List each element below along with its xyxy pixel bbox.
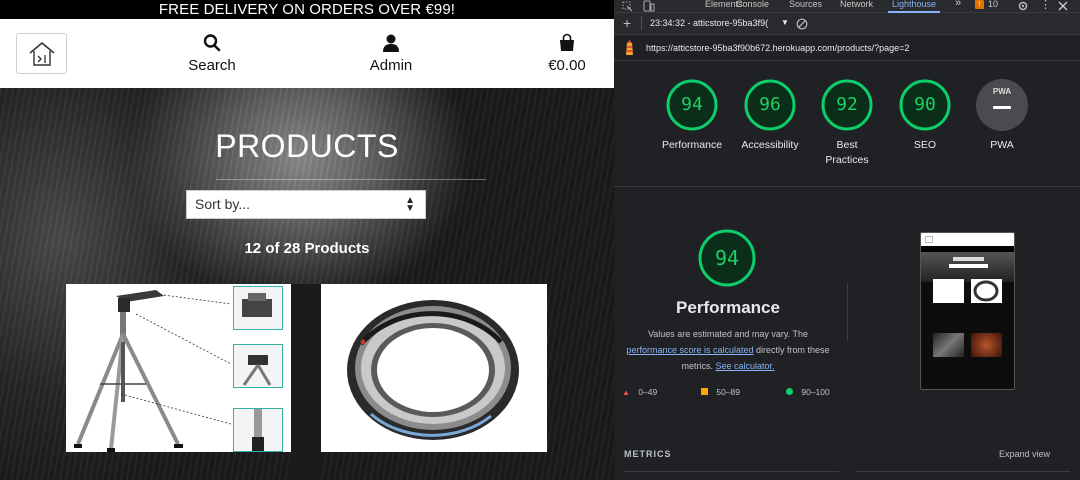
gauge-best-practices[interactable]: 92 Best Practices (820, 78, 874, 168)
toolbar-divider (641, 16, 642, 30)
score-label-pwa: PWA (990, 139, 1014, 151)
tab-console[interactable]: Console (736, 0, 769, 9)
nav-admin-link[interactable]: Admin (362, 33, 420, 74)
preview-title (953, 257, 984, 261)
device-toolbar-icon[interactable] (643, 0, 655, 12)
preview-logo (925, 236, 933, 243)
section-divider (614, 186, 1080, 187)
performance-detail-gauge: 94 (697, 228, 757, 288)
product-grid-gap (291, 284, 321, 480)
good-circle-icon (786, 388, 793, 395)
metrics-divider-left (624, 471, 839, 472)
gauge-seo[interactable]: 90 SEO (898, 78, 952, 153)
vertical-divider (847, 283, 848, 341)
preview-header (921, 233, 1014, 246)
lighthouse-logo-icon (626, 40, 633, 55)
product-card-lens-adapter[interactable] (321, 284, 547, 452)
lighthouse-report-bar: + 23:34:32 - atticstore-95ba3f9( ▼ (614, 13, 1080, 35)
nav-search-link[interactable]: Search (183, 33, 241, 74)
preview-card (933, 333, 964, 357)
poor-triangle-icon: ▲ (622, 388, 630, 397)
gauge-pwa[interactable]: PWA PWA (975, 78, 1029, 153)
clear-report-icon[interactable] (796, 18, 808, 30)
metrics-divider-right (855, 471, 1070, 472)
more-tabs-chevron-icon[interactable]: » (955, 0, 961, 9)
performance-detail-title: Performance (676, 298, 780, 317)
close-devtools-icon[interactable] (1058, 1, 1068, 11)
legend-average: 50–89 (701, 387, 740, 397)
delivery-banner: FREE DELIVERY ON ORDERS OVER €99! (0, 0, 614, 19)
metrics-heading: METRICS (624, 449, 672, 459)
nav-cart-total: €0.00 (548, 57, 586, 74)
shopping-bag-icon (560, 33, 574, 51)
search-icon (203, 34, 221, 52)
tab-sources[interactable]: Sources (789, 0, 822, 9)
tripod-detail-thumb (233, 286, 283, 330)
score-value-seo: 90 (914, 94, 936, 115)
settings-gear-icon[interactable] (1017, 0, 1029, 12)
audited-url[interactable]: https://atticstore-95ba3f90b672.herokuap… (646, 43, 909, 53)
sort-select[interactable]: Sort by... ▲ ▼ (186, 190, 426, 219)
store-logo[interactable] (16, 33, 67, 74)
user-icon (383, 34, 399, 52)
preview-card (933, 279, 964, 303)
report-dropdown-caret-icon[interactable]: ▼ (781, 18, 789, 27)
devtools-tab-bar: Elements Console Sources Network Lightho… (614, 0, 1080, 13)
tripod-detail-thumb (233, 408, 283, 452)
score-value-accessibility: 96 (759, 94, 781, 115)
devtools-panel: Elements Console Sources Network Lightho… (614, 0, 1080, 480)
legend-poor: ▲ 0–49 (622, 387, 657, 397)
product-count: 12 of 28 Products (244, 240, 370, 257)
tripod-detail-thumb (233, 344, 283, 388)
legend-average-range: 50–89 (716, 387, 741, 397)
house-logo-icon (28, 41, 55, 66)
sort-caret-icon: ▲ ▼ (405, 195, 415, 214)
performance-detail-score: 94 (714, 246, 740, 270)
score-value-best-practices: 92 (836, 94, 858, 115)
nav-cart-link[interactable]: €0.00 (538, 33, 596, 74)
nav-search-label: Search (188, 57, 236, 74)
tab-network[interactable]: Network (840, 0, 873, 9)
gauge-accessibility[interactable]: 96 Accessibility (741, 78, 799, 153)
score-value-performance: 94 (681, 94, 703, 115)
see-calculator-link[interactable]: See calculator. (715, 361, 774, 371)
average-square-icon (701, 388, 708, 395)
new-report-plus-icon[interactable]: + (623, 15, 631, 31)
product-card-tripod[interactable] (66, 284, 291, 452)
note-text-1: Values are estimated and may vary. The (647, 329, 809, 339)
site-header: Search Admin €0.00 (0, 19, 614, 88)
screen: FREE DELIVERY ON ORDERS OVER €99! Search (0, 0, 1080, 480)
performance-note: Values are estimated and may vary. The p… (626, 326, 830, 374)
score-label-best-practices: Best Practices (825, 139, 869, 166)
score-calculated-link[interactable]: performance score is calculated (626, 345, 753, 355)
title-divider (216, 179, 486, 180)
inspect-element-icon[interactable] (622, 1, 633, 12)
lighthouse-url-bar: https://atticstore-95ba3f90b672.herokuap… (614, 35, 1080, 61)
legend-good: 90–100 (786, 387, 830, 397)
legend-poor-range: 0–49 (638, 387, 658, 397)
store-page: FREE DELIVERY ON ORDERS OVER €99! Search (0, 0, 614, 480)
issues-badge-icon[interactable]: ! (975, 0, 984, 9)
lens-adapter-ring-image (321, 284, 547, 452)
preview-card (971, 333, 1002, 357)
issues-count[interactable]: 10 (988, 0, 998, 9)
report-selector[interactable]: 23:34:32 - atticstore-95ba3f9( (650, 18, 768, 28)
expand-view-toggle[interactable]: Expand view (999, 449, 1050, 459)
nav-admin-label: Admin (369, 57, 413, 74)
gauge-performance[interactable]: 94 Performance (662, 78, 722, 153)
sort-select-value: Sort by... (195, 196, 250, 212)
page-title: PRODUCTS (215, 128, 399, 164)
kebab-menu-icon[interactable]: ⋮ (1040, 0, 1051, 11)
score-label-accessibility: Accessibility (741, 139, 799, 151)
pwa-badge-text: PWA (992, 87, 1012, 96)
preview-card (971, 279, 1002, 303)
legend-good-range: 90–100 (801, 387, 830, 397)
tab-lighthouse[interactable]: Lighthouse (888, 0, 941, 13)
preview-sort (949, 264, 988, 268)
page-screenshot-preview[interactable] (920, 232, 1015, 390)
products-hero: PRODUCTS Sort by... ▲ ▼ 12 of 28 Products (0, 88, 614, 480)
score-label-performance: Performance (661, 139, 723, 151)
score-label-seo: SEO (913, 139, 937, 151)
